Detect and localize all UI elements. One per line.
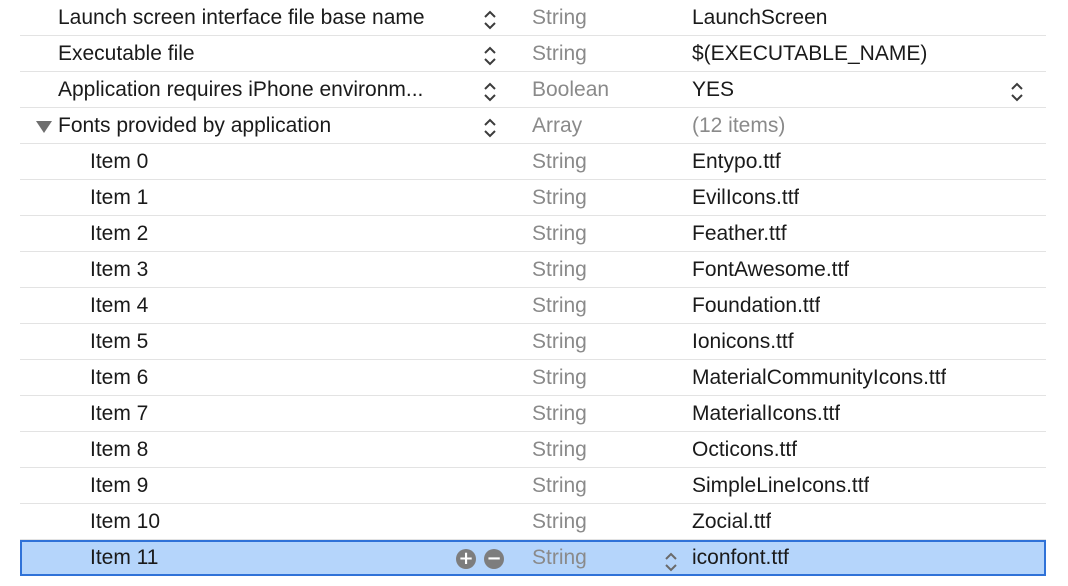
row-key: Item 2 bbox=[90, 222, 149, 245]
plist-row[interactable]: Executable file String $(EXECUTABLE_NAME… bbox=[20, 36, 1046, 72]
row-type[interactable]: String bbox=[532, 396, 587, 432]
key-stepper-icon[interactable] bbox=[483, 8, 497, 32]
row-type[interactable]: String bbox=[532, 180, 587, 216]
row-key: Item 8 bbox=[90, 438, 149, 461]
key-stepper-icon[interactable] bbox=[483, 80, 497, 104]
row-type[interactable]: String bbox=[532, 216, 587, 252]
row-value[interactable]: $(EXECUTABLE_NAME) bbox=[692, 36, 927, 72]
row-key: Item 6 bbox=[90, 366, 149, 389]
row-type[interactable]: String bbox=[532, 542, 587, 574]
plist-row-item[interactable]: Item 5 String Ionicons.ttf bbox=[20, 324, 1046, 360]
partial-next-row bbox=[20, 578, 1046, 586]
value-stepper-icon[interactable] bbox=[1010, 80, 1024, 104]
row-key[interactable]: Application requires iPhone environm... bbox=[58, 72, 423, 108]
plist-row-item[interactable]: Item 4 String Foundation.ttf bbox=[20, 288, 1046, 324]
row-type[interactable]: String bbox=[532, 0, 587, 36]
row-value[interactable]: Octicons.ttf bbox=[692, 432, 797, 468]
row-value[interactable]: Foundation.ttf bbox=[692, 288, 820, 324]
row-value[interactable]: Ionicons.ttf bbox=[692, 324, 794, 360]
row-value[interactable]: SimpleLineIcons.ttf bbox=[692, 468, 869, 504]
plist-row-item[interactable]: Item 7 String MaterialIcons.ttf bbox=[20, 396, 1046, 432]
key-stepper-icon[interactable] bbox=[483, 44, 497, 68]
row-value: (12 items) bbox=[692, 114, 786, 137]
plist-editor: Launch screen interface file base name S… bbox=[0, 0, 1068, 584]
row-type[interactable]: Boolean bbox=[532, 72, 609, 108]
row-key: Item 3 bbox=[90, 258, 149, 281]
row-type[interactable]: String bbox=[532, 468, 587, 504]
remove-item-button[interactable]: − bbox=[484, 549, 504, 569]
row-value[interactable]: Zocial.ttf bbox=[692, 504, 771, 540]
key-stepper-icon[interactable] bbox=[483, 116, 497, 140]
plist-row-item[interactable]: Item 9 String SimpleLineIcons.ttf bbox=[20, 468, 1046, 504]
plist-row-item[interactable]: Item 6 String MaterialCommunityIcons.ttf bbox=[20, 360, 1046, 396]
row-type[interactable]: String bbox=[532, 360, 587, 396]
row-key: Item 0 bbox=[90, 150, 149, 173]
plist-row-item[interactable]: Item 2 String Feather.ttf bbox=[20, 216, 1046, 252]
row-key: Item 11 bbox=[90, 546, 159, 569]
row-value[interactable]: LaunchScreen bbox=[692, 0, 827, 36]
row-value[interactable]: MaterialCommunityIcons.ttf bbox=[692, 360, 946, 396]
plist-row[interactable]: Application requires iPhone environm... … bbox=[20, 72, 1046, 108]
add-item-button[interactable]: + bbox=[456, 549, 476, 569]
row-key: Item 5 bbox=[90, 330, 149, 353]
disclosure-triangle-down-icon[interactable] bbox=[36, 121, 52, 133]
row-value[interactable]: MaterialIcons.ttf bbox=[692, 396, 840, 432]
row-key[interactable]: Launch screen interface file base name bbox=[58, 0, 425, 36]
row-key: Item 4 bbox=[90, 294, 149, 317]
row-type[interactable]: String bbox=[532, 432, 587, 468]
plist-row-item-selected[interactable]: Item 11 + − String iconfont.ttf bbox=[20, 540, 1046, 576]
row-value[interactable]: Entypo.ttf bbox=[692, 144, 781, 180]
row-type[interactable]: String bbox=[532, 252, 587, 288]
row-value[interactable]: FontAwesome.ttf bbox=[692, 252, 849, 288]
row-value[interactable]: EvilIcons.ttf bbox=[692, 180, 799, 216]
plist-row-item[interactable]: Item 1 String EvilIcons.ttf bbox=[20, 180, 1046, 216]
row-key: Item 9 bbox=[90, 474, 149, 497]
row-type[interactable]: String bbox=[532, 288, 587, 324]
row-key: Item 1 bbox=[90, 186, 149, 209]
plist-row-array[interactable]: Fonts provided by application Array (12 … bbox=[20, 108, 1046, 144]
row-value[interactable]: YES bbox=[692, 72, 734, 108]
row-value[interactable]: Feather.ttf bbox=[692, 216, 787, 252]
row-key: Item 7 bbox=[90, 402, 149, 425]
row-key[interactable]: Executable file bbox=[58, 36, 195, 72]
plist-row-item[interactable]: Item 8 String Octicons.ttf bbox=[20, 432, 1046, 468]
row-type[interactable]: String bbox=[532, 36, 587, 72]
plist-row-item[interactable]: Item 0 String Entypo.ttf bbox=[20, 144, 1046, 180]
row-type[interactable]: String bbox=[532, 324, 587, 360]
row-type[interactable]: String bbox=[532, 144, 587, 180]
plist-row[interactable]: Launch screen interface file base name S… bbox=[20, 0, 1046, 36]
plist-row-item[interactable]: Item 10 String Zocial.ttf bbox=[20, 504, 1046, 540]
type-stepper-icon[interactable] bbox=[664, 550, 678, 574]
row-key[interactable]: Fonts provided by application bbox=[58, 108, 331, 144]
plist-row-item[interactable]: Item 3 String FontAwesome.ttf bbox=[20, 252, 1046, 288]
row-type[interactable]: String bbox=[532, 504, 587, 540]
row-key: Item 10 bbox=[90, 510, 161, 533]
row-value[interactable]: iconfont.ttf bbox=[692, 542, 789, 574]
row-type[interactable]: Array bbox=[532, 108, 582, 144]
